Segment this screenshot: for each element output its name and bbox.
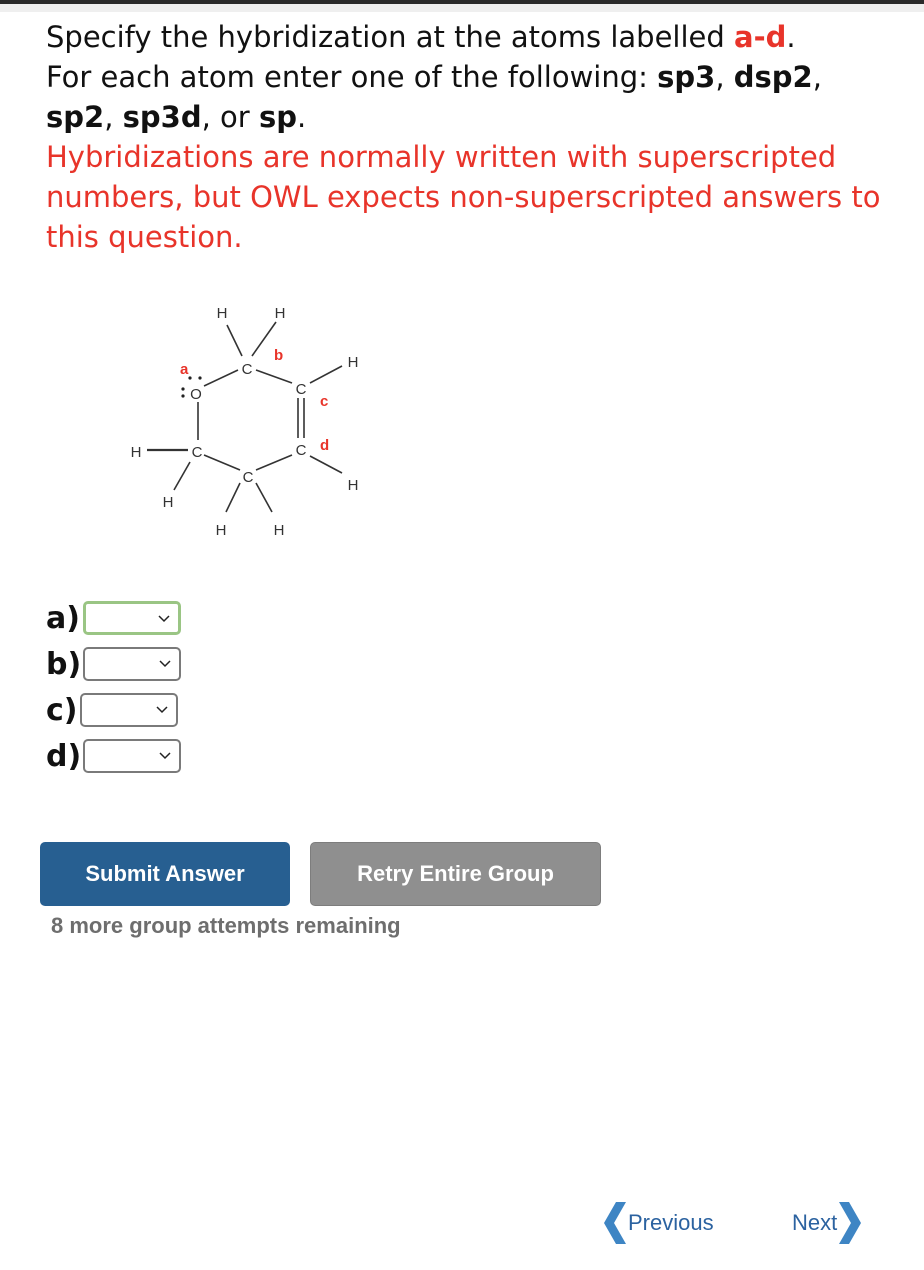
atom-hydrogen: H	[163, 494, 174, 511]
answer-row-d: d)	[46, 733, 181, 779]
atom-oxygen: O	[190, 386, 202, 403]
atom-carbon-left: C	[192, 444, 203, 461]
answer-label-c: c)	[46, 692, 78, 728]
bond-cc-h	[309, 365, 343, 384]
hybridization-select-d[interactable]	[83, 739, 181, 773]
sep: ,	[715, 60, 734, 94]
answer-row-a: a)	[46, 595, 181, 641]
chevron-right-icon	[839, 1202, 862, 1244]
atom-hydrogen: H	[131, 444, 142, 461]
retry-entire-group-button[interactable]: Retry Entire Group	[310, 842, 601, 906]
bond-cd-cbottom	[255, 454, 293, 471]
label-a: a	[180, 361, 189, 378]
answer-label-d: d)	[46, 738, 82, 774]
previous-button[interactable]: Previous	[602, 1198, 714, 1248]
bond-cb-h2	[251, 321, 277, 357]
option-sp: sp	[258, 100, 297, 134]
answer-label-a: a)	[46, 600, 80, 636]
chevron-down-icon	[158, 615, 170, 623]
atom-hydrogen: H	[217, 305, 228, 322]
lone-pair-dot	[181, 387, 185, 391]
top-strip	[0, 4, 924, 12]
bond-cd-h	[309, 455, 343, 474]
option-sp3: sp3	[657, 60, 716, 94]
lone-pair-dot	[198, 376, 202, 380]
bond-cb-cc	[255, 369, 293, 384]
period: .	[296, 100, 307, 134]
atom-hydrogen: H	[275, 305, 286, 322]
atom-hydrogen: H	[348, 477, 359, 494]
period: .	[786, 20, 796, 54]
answer-label-b: b)	[46, 646, 82, 682]
atoms-range: a-d	[734, 20, 787, 54]
answer-row-c: c)	[46, 687, 181, 733]
submit-answer-button[interactable]: Submit Answer	[40, 842, 290, 906]
option-dsp2: dsp2	[733, 60, 813, 94]
prompt-line2: For each atom enter one of the following…	[46, 60, 658, 94]
atom-carbon-d: C	[296, 442, 307, 459]
next-label: Next	[792, 1210, 838, 1235]
chevron-left-icon	[604, 1202, 626, 1244]
chevron-down-icon	[156, 706, 168, 714]
answer-row-b: b)	[46, 641, 181, 687]
attempts-remaining: 8 more group attempts remaining	[51, 913, 401, 938]
answer-list: a) b) c) d)	[46, 595, 181, 779]
option-sp2: sp2	[46, 100, 105, 134]
atom-carbon-c: C	[296, 381, 307, 398]
option-sp3d: sp3d	[122, 100, 202, 134]
lone-pair-dot	[188, 376, 192, 380]
chevron-down-icon	[159, 752, 171, 760]
hybridization-select-b[interactable]	[83, 647, 181, 681]
question-prompt: Specify the hybridization at the atoms l…	[46, 17, 906, 137]
or-text: , or	[201, 100, 259, 134]
atom-hydrogen: H	[348, 354, 359, 371]
label-c: c	[320, 393, 328, 410]
atom-hydrogen: H	[216, 522, 227, 539]
label-d: d	[320, 437, 329, 454]
bond-cbottom-h1	[225, 482, 241, 513]
sep: ,	[812, 60, 822, 94]
molecule-diagram: O C C C C C H H H H H H H H a b c d	[131, 305, 359, 539]
bond-cbottom-h2	[255, 482, 273, 513]
atom-carbon-b: C	[242, 361, 253, 378]
atom-hydrogen: H	[274, 522, 285, 539]
atom-carbon-bottom: C	[243, 469, 254, 486]
sep: ,	[104, 100, 123, 134]
lone-pair-dot	[181, 394, 185, 398]
next-button[interactable]: Next	[792, 1198, 863, 1248]
previous-label: Previous	[628, 1210, 714, 1235]
hybridization-select-c[interactable]	[80, 693, 178, 727]
bond-cbottom-cleft	[203, 454, 241, 471]
bond-cleft-h2	[173, 461, 191, 491]
prompt-line1: Specify the hybridization at the atoms l…	[46, 20, 734, 54]
superscript-note: Hybridizations are normally written with…	[46, 140, 881, 254]
bond-o-cb	[203, 369, 239, 387]
chevron-down-icon	[159, 660, 171, 668]
label-b: b	[274, 347, 283, 364]
hybridization-select-a[interactable]	[83, 601, 181, 635]
bond-cb-h1	[226, 324, 243, 357]
